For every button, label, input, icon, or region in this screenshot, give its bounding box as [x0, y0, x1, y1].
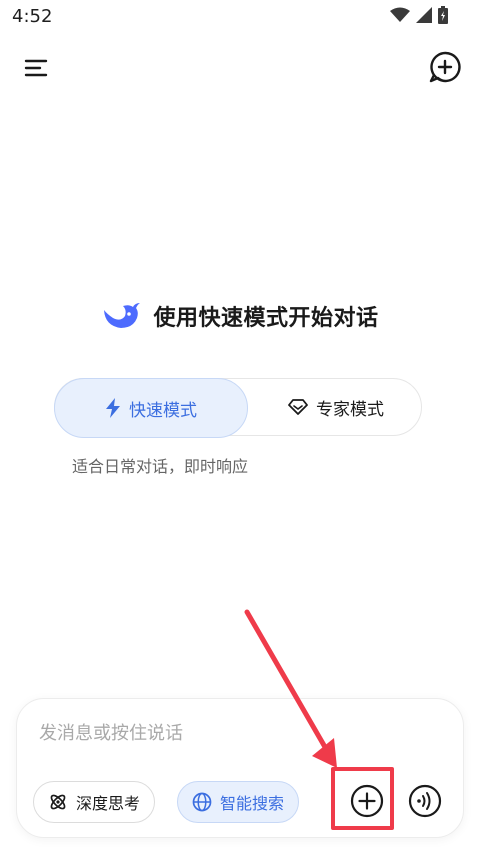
- hero: 使用快速模式开始对话: [0, 296, 480, 336]
- smart-search-label: 智能搜索: [220, 794, 285, 813]
- annotation-highlight-box: [331, 767, 394, 830]
- deep-think-label: 深度思考: [76, 794, 141, 813]
- battery-icon: [438, 6, 448, 24]
- smart-search-button[interactable]: 智能搜索: [177, 781, 300, 823]
- menu-icon: [24, 59, 48, 77]
- lightning-icon: [106, 398, 120, 418]
- expert-mode-label: 专家模式: [316, 399, 384, 420]
- status-icons: [390, 6, 448, 24]
- deep-think-button[interactable]: 深度思考: [33, 781, 156, 823]
- status-time: 4:52: [12, 6, 53, 27]
- hero-title: 使用快速模式开始对话: [153, 306, 379, 331]
- whale-logo: [104, 303, 141, 328]
- status-bar: 4:52: [0, 0, 480, 34]
- signal-icon: [416, 7, 432, 23]
- wifi-icon: [390, 7, 410, 22]
- fast-mode-label: 快速模式: [129, 400, 197, 421]
- menu-button[interactable]: [20, 52, 52, 84]
- atom-icon: [50, 794, 66, 810]
- message-input[interactable]: [39, 715, 419, 751]
- mode-description: 适合日常对话，即时响应: [72, 457, 249, 476]
- expert-mode-button[interactable]: 专家模式: [249, 379, 423, 435]
- voice-wave-icon: [408, 784, 442, 818]
- diamond-icon: [288, 399, 308, 415]
- composer: 深度思考 智能搜索: [16, 698, 464, 838]
- voice-button[interactable]: [407, 783, 443, 819]
- globe-icon: [192, 792, 212, 812]
- mode-toggle: 快速模式 专家模式: [54, 378, 423, 438]
- fast-mode-button[interactable]: 快速模式: [54, 378, 248, 438]
- new-chat-button[interactable]: [428, 50, 462, 84]
- new-chat-icon: [429, 51, 461, 83]
